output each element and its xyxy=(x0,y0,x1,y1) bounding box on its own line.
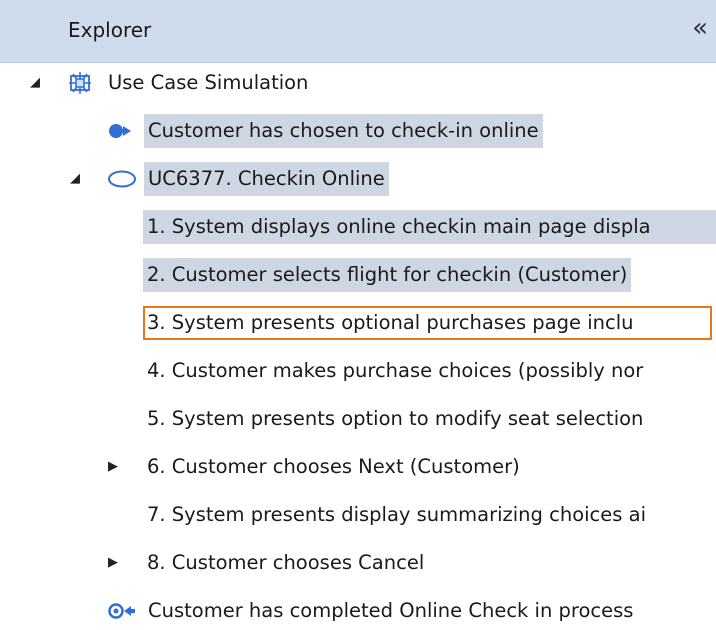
collapsed-triangle-icon[interactable]: ▶ xyxy=(108,556,122,570)
tree-node-use-case[interactable]: ◢ UC6377. Checkin Online xyxy=(0,162,716,196)
use-case-label: UC6377. Checkin Online xyxy=(144,162,389,196)
exit-arrow-icon xyxy=(107,602,141,624)
step-row[interactable]: ▶ 8. Customer chooses Cancel xyxy=(0,546,716,580)
step-label: 5. System presents option to modify seat… xyxy=(147,407,644,430)
root-label: Use Case Simulation xyxy=(108,71,309,94)
step-row[interactable]: ▶ 6. Customer chooses Next (Customer) xyxy=(0,450,716,484)
step-label: 1. System displays online checkin main p… xyxy=(143,210,716,244)
explorer-header: Explorer « xyxy=(0,0,716,63)
step-label: 4. Customer makes purchase choices (poss… xyxy=(147,359,644,382)
step-row-focused[interactable]: 3. System presents optional purchases pa… xyxy=(0,306,716,340)
step-row[interactable]: 4. Customer makes purchase choices (poss… xyxy=(0,354,716,388)
panel-title: Explorer xyxy=(68,18,152,42)
step-label: 8. Customer chooses Cancel xyxy=(147,551,425,574)
tree-node-precondition[interactable]: Customer has chosen to check-in online xyxy=(0,114,716,148)
step-row[interactable]: 1. System displays online checkin main p… xyxy=(0,210,716,244)
step-label: 6. Customer chooses Next (Customer) xyxy=(147,455,520,478)
tree-node-postcondition[interactable]: Customer has completed Online Check in p… xyxy=(0,594,716,628)
precondition-label: Customer has chosen to check-in online xyxy=(144,114,543,148)
step-row[interactable]: 7. System presents display summarizing c… xyxy=(0,498,716,532)
expanded-triangle-icon[interactable]: ◢ xyxy=(30,76,44,90)
simulation-icon xyxy=(67,70,93,100)
step-row[interactable]: 2. Customer selects flight for checkin (… xyxy=(0,258,716,292)
step-row[interactable]: 5. System presents option to modify seat… xyxy=(0,402,716,436)
postcondition-label: Customer has completed Online Check in p… xyxy=(148,599,634,622)
step-label: 2. Customer selects flight for checkin (… xyxy=(143,258,632,292)
tree-node-root[interactable]: ◢ Use Case Simulation xyxy=(0,66,716,100)
expanded-triangle-icon[interactable]: ◢ xyxy=(70,172,84,186)
use-case-ellipse-icon xyxy=(107,170,137,192)
entry-arrow-icon xyxy=(107,122,141,144)
collapse-panel-button[interactable]: « xyxy=(692,14,708,42)
step-label: 7. System presents display summarizing c… xyxy=(147,503,646,526)
collapsed-triangle-icon[interactable]: ▶ xyxy=(108,460,122,474)
step-label: 3. System presents optional purchases pa… xyxy=(143,306,712,340)
